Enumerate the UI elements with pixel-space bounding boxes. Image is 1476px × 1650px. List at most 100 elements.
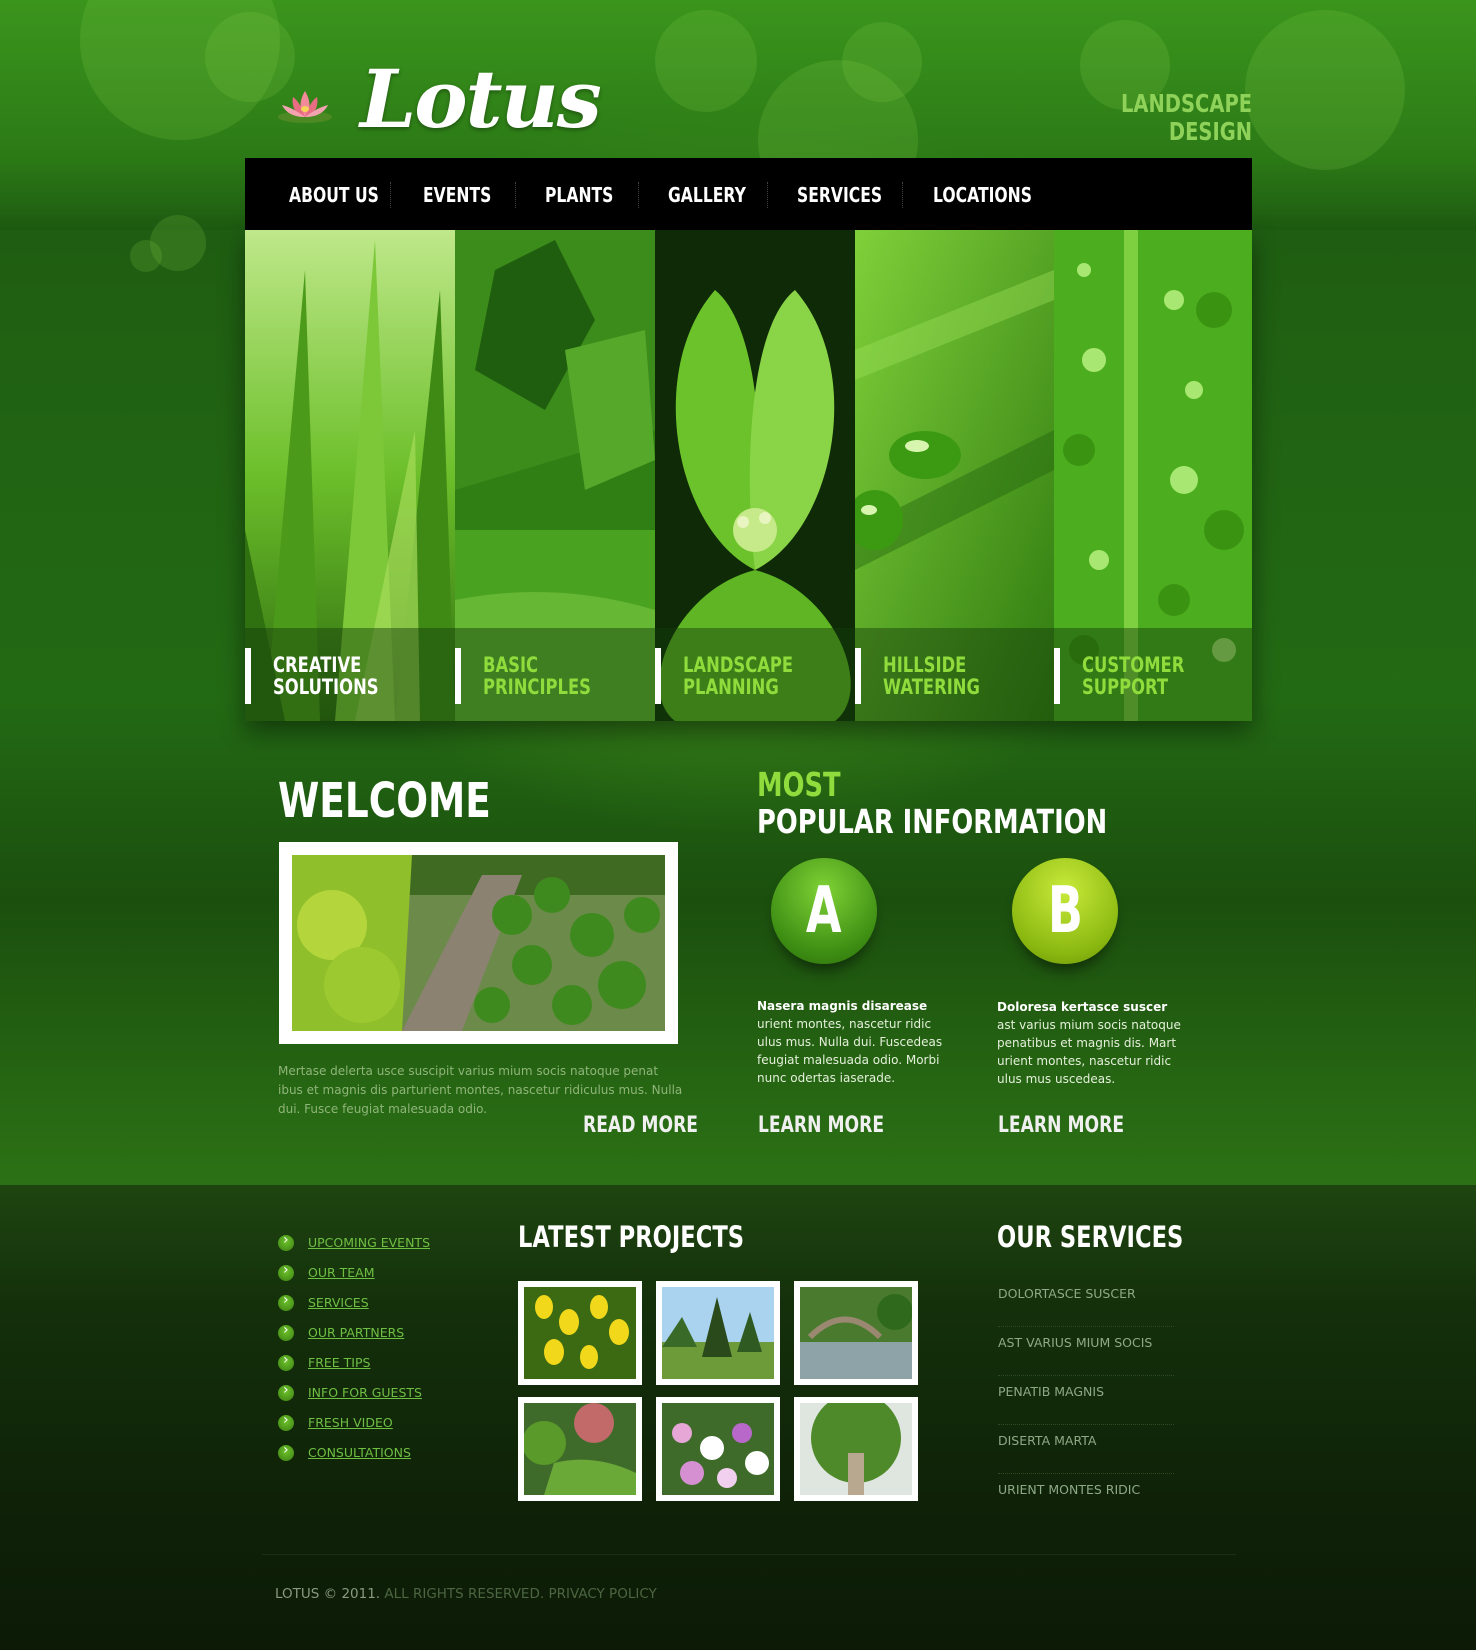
tulips-photo — [524, 1287, 636, 1379]
arrow-bullet-icon — [278, 1382, 294, 1401]
panel-label: HILLSIDE WATERING — [883, 653, 980, 699]
welcome-text: Mertase delerta usce suscipit varius miu… — [278, 1064, 683, 1116]
service-label[interactable]: AST VARIUS MIUM SOCIS — [998, 1335, 1152, 1350]
service-item[interactable]: DOLORTASCE SUSCER — [998, 1278, 1174, 1327]
service-item[interactable]: DISERTA MARTA — [998, 1425, 1174, 1474]
footer-link[interactable]: OUR PARTNERS — [308, 1325, 404, 1340]
japanese-garden-photo — [524, 1403, 636, 1495]
arrow-bullet-icon — [278, 1262, 294, 1281]
panel-caption: CREATIVE SOLUTIONS — [245, 628, 455, 721]
welcome-image[interactable] — [279, 842, 678, 1044]
project-thumbnail[interactable] — [794, 1281, 918, 1385]
info-body-b: ast varius mium socis natoque penatibus … — [997, 1018, 1181, 1086]
tagline-line-1: LANDSCAPE — [1120, 89, 1252, 118]
lotus-flower-icon[interactable] — [276, 87, 334, 127]
popular-heading-most: MOST — [757, 765, 841, 804]
project-thumbnail[interactable] — [656, 1397, 780, 1501]
service-label[interactable]: DOLORTASCE SUSCER — [998, 1286, 1136, 1301]
project-thumbnail[interactable] — [656, 1281, 780, 1385]
service-item[interactable]: URIENT MONTES RIDIC — [998, 1474, 1174, 1522]
service-label[interactable]: DISERTA MARTA — [998, 1433, 1096, 1448]
footer-link[interactable]: OUR TEAM — [308, 1265, 375, 1280]
popular-heading: POPULAR INFORMATION — [757, 802, 1108, 841]
panel-caption: BASIC PRINCIPLES — [455, 628, 655, 721]
footer-link[interactable]: UPCOMING EVENTS — [308, 1235, 430, 1250]
hero-banner: CREATIVE SOLUTIONS BASIC PRINCIPLES LAND… — [245, 230, 1252, 721]
panel-label: LANDSCAPE PLANNING — [683, 653, 794, 699]
info-title-b: Doloresa kertasce suscer — [997, 1000, 1168, 1014]
garden-photo — [292, 855, 665, 1031]
info-badge-b: B — [1012, 858, 1118, 964]
tagline-line-2: DESIGN — [1168, 117, 1252, 146]
info-title-a: Nasera magnis disarease — [757, 999, 928, 1013]
service-item[interactable]: AST VARIUS MIUM SOCIS — [998, 1327, 1174, 1376]
nav-item-about-us[interactable]: ABOUT US — [289, 183, 379, 207]
read-more-link[interactable]: READ MORE — [583, 1113, 698, 1138]
panel-label: BASIC PRINCIPLES — [483, 653, 591, 699]
tagline: LANDSCAPE DESIGN — [1121, 90, 1252, 146]
footer-link[interactable]: FREE TIPS — [308, 1355, 370, 1370]
panel-accent-bar — [455, 648, 461, 704]
bridge-garden-photo — [800, 1287, 912, 1379]
learn-more-link-b[interactable]: LEARN MORE — [998, 1113, 1124, 1138]
nav-item-events[interactable]: EVENTS — [423, 183, 491, 207]
nav-item-plants[interactable]: PLANTS — [545, 183, 613, 207]
latest-projects-heading: LATEST PROJECTS — [518, 1220, 745, 1254]
welcome-heading: WELCOME — [278, 773, 491, 829]
copyright-rights: ALL RIGHTS RESERVED. — [384, 1586, 545, 1602]
banner-panel-customer-support[interactable]: CUSTOMER SUPPORT — [1054, 230, 1252, 721]
tree-photo — [800, 1403, 912, 1495]
panel-caption: HILLSIDE WATERING — [855, 628, 1054, 721]
panel-accent-bar — [1054, 648, 1060, 704]
copyright-brand: LOTUS © 2011. — [275, 1586, 381, 1602]
nav-item-services[interactable]: SERVICES — [797, 183, 882, 207]
service-label[interactable]: PENATIB MAGNIS — [998, 1384, 1104, 1399]
nav-item-gallery[interactable]: GALLERY — [668, 183, 746, 207]
pine-garden-photo — [662, 1287, 774, 1379]
nav-item-locations[interactable]: LOCATIONS — [933, 183, 1032, 207]
panel-accent-bar — [245, 648, 251, 704]
bokeh-decoration — [130, 240, 162, 272]
project-thumbnail[interactable] — [518, 1397, 642, 1501]
project-thumbnail[interactable] — [518, 1281, 642, 1385]
badge-letter: B — [1047, 874, 1083, 948]
learn-more-link-a[interactable]: LEARN MORE — [758, 1113, 884, 1138]
panel-accent-bar — [855, 648, 861, 704]
project-thumbnail[interactable] — [794, 1397, 918, 1501]
banner-panel-landscape-planning[interactable]: LANDSCAPE PLANNING — [655, 230, 855, 721]
panel-label: CUSTOMER SUPPORT — [1082, 653, 1185, 699]
panel-label: CREATIVE SOLUTIONS — [273, 653, 379, 699]
copyright: LOTUS © 2011. ALL RIGHTS RESERVED. PRIVA… — [275, 1586, 657, 1602]
banner-panel-basic-principles[interactable]: BASIC PRINCIPLES — [455, 230, 655, 721]
banner-panel-hillside-watering[interactable]: HILLSIDE WATERING — [855, 230, 1054, 721]
panel-accent-bar — [655, 648, 661, 704]
footer-link[interactable]: SERVICES — [308, 1295, 369, 1310]
logo-wordmark[interactable]: Lotus — [360, 52, 602, 146]
arrow-bullet-icon — [278, 1322, 294, 1341]
footer-link[interactable]: CONSULTATIONS — [308, 1445, 411, 1460]
info-body-a: urient montes, nascetur ridic ulus mus. … — [757, 1017, 943, 1085]
main-nav: ABOUT US EVENTS PLANTS GALLERY SERVICES … — [245, 158, 1252, 230]
arrow-bullet-icon — [278, 1442, 294, 1461]
bokeh-decoration — [655, 10, 757, 112]
panel-caption: LANDSCAPE PLANNING — [655, 628, 855, 721]
nav-separator — [638, 182, 639, 208]
our-services-heading: OUR SERVICES — [997, 1220, 1184, 1254]
badge-letter: A — [806, 874, 842, 948]
flower-bed-photo — [662, 1403, 774, 1495]
banner-panel-creative-solutions[interactable]: CREATIVE SOLUTIONS — [245, 230, 455, 721]
bokeh-decoration — [1245, 10, 1405, 170]
arrow-bullet-icon — [278, 1412, 294, 1431]
footer-link[interactable]: INFO FOR GUESTS — [308, 1385, 422, 1400]
privacy-policy-link[interactable]: PRIVACY POLICY — [548, 1586, 656, 1602]
services-list: DOLORTASCE SUSCER AST VARIUS MIUM SOCIS … — [998, 1278, 1174, 1522]
bokeh-decoration — [842, 22, 922, 102]
service-label[interactable]: URIENT MONTES RIDIC — [998, 1482, 1140, 1497]
nav-separator — [767, 182, 768, 208]
panel-caption: CUSTOMER SUPPORT — [1054, 628, 1252, 721]
footer-link[interactable]: FRESH VIDEO — [308, 1415, 393, 1430]
nav-separator — [902, 182, 903, 208]
arrow-bullet-icon — [278, 1352, 294, 1371]
nav-separator — [390, 182, 391, 208]
service-item[interactable]: PENATIB MAGNIS — [998, 1376, 1174, 1425]
